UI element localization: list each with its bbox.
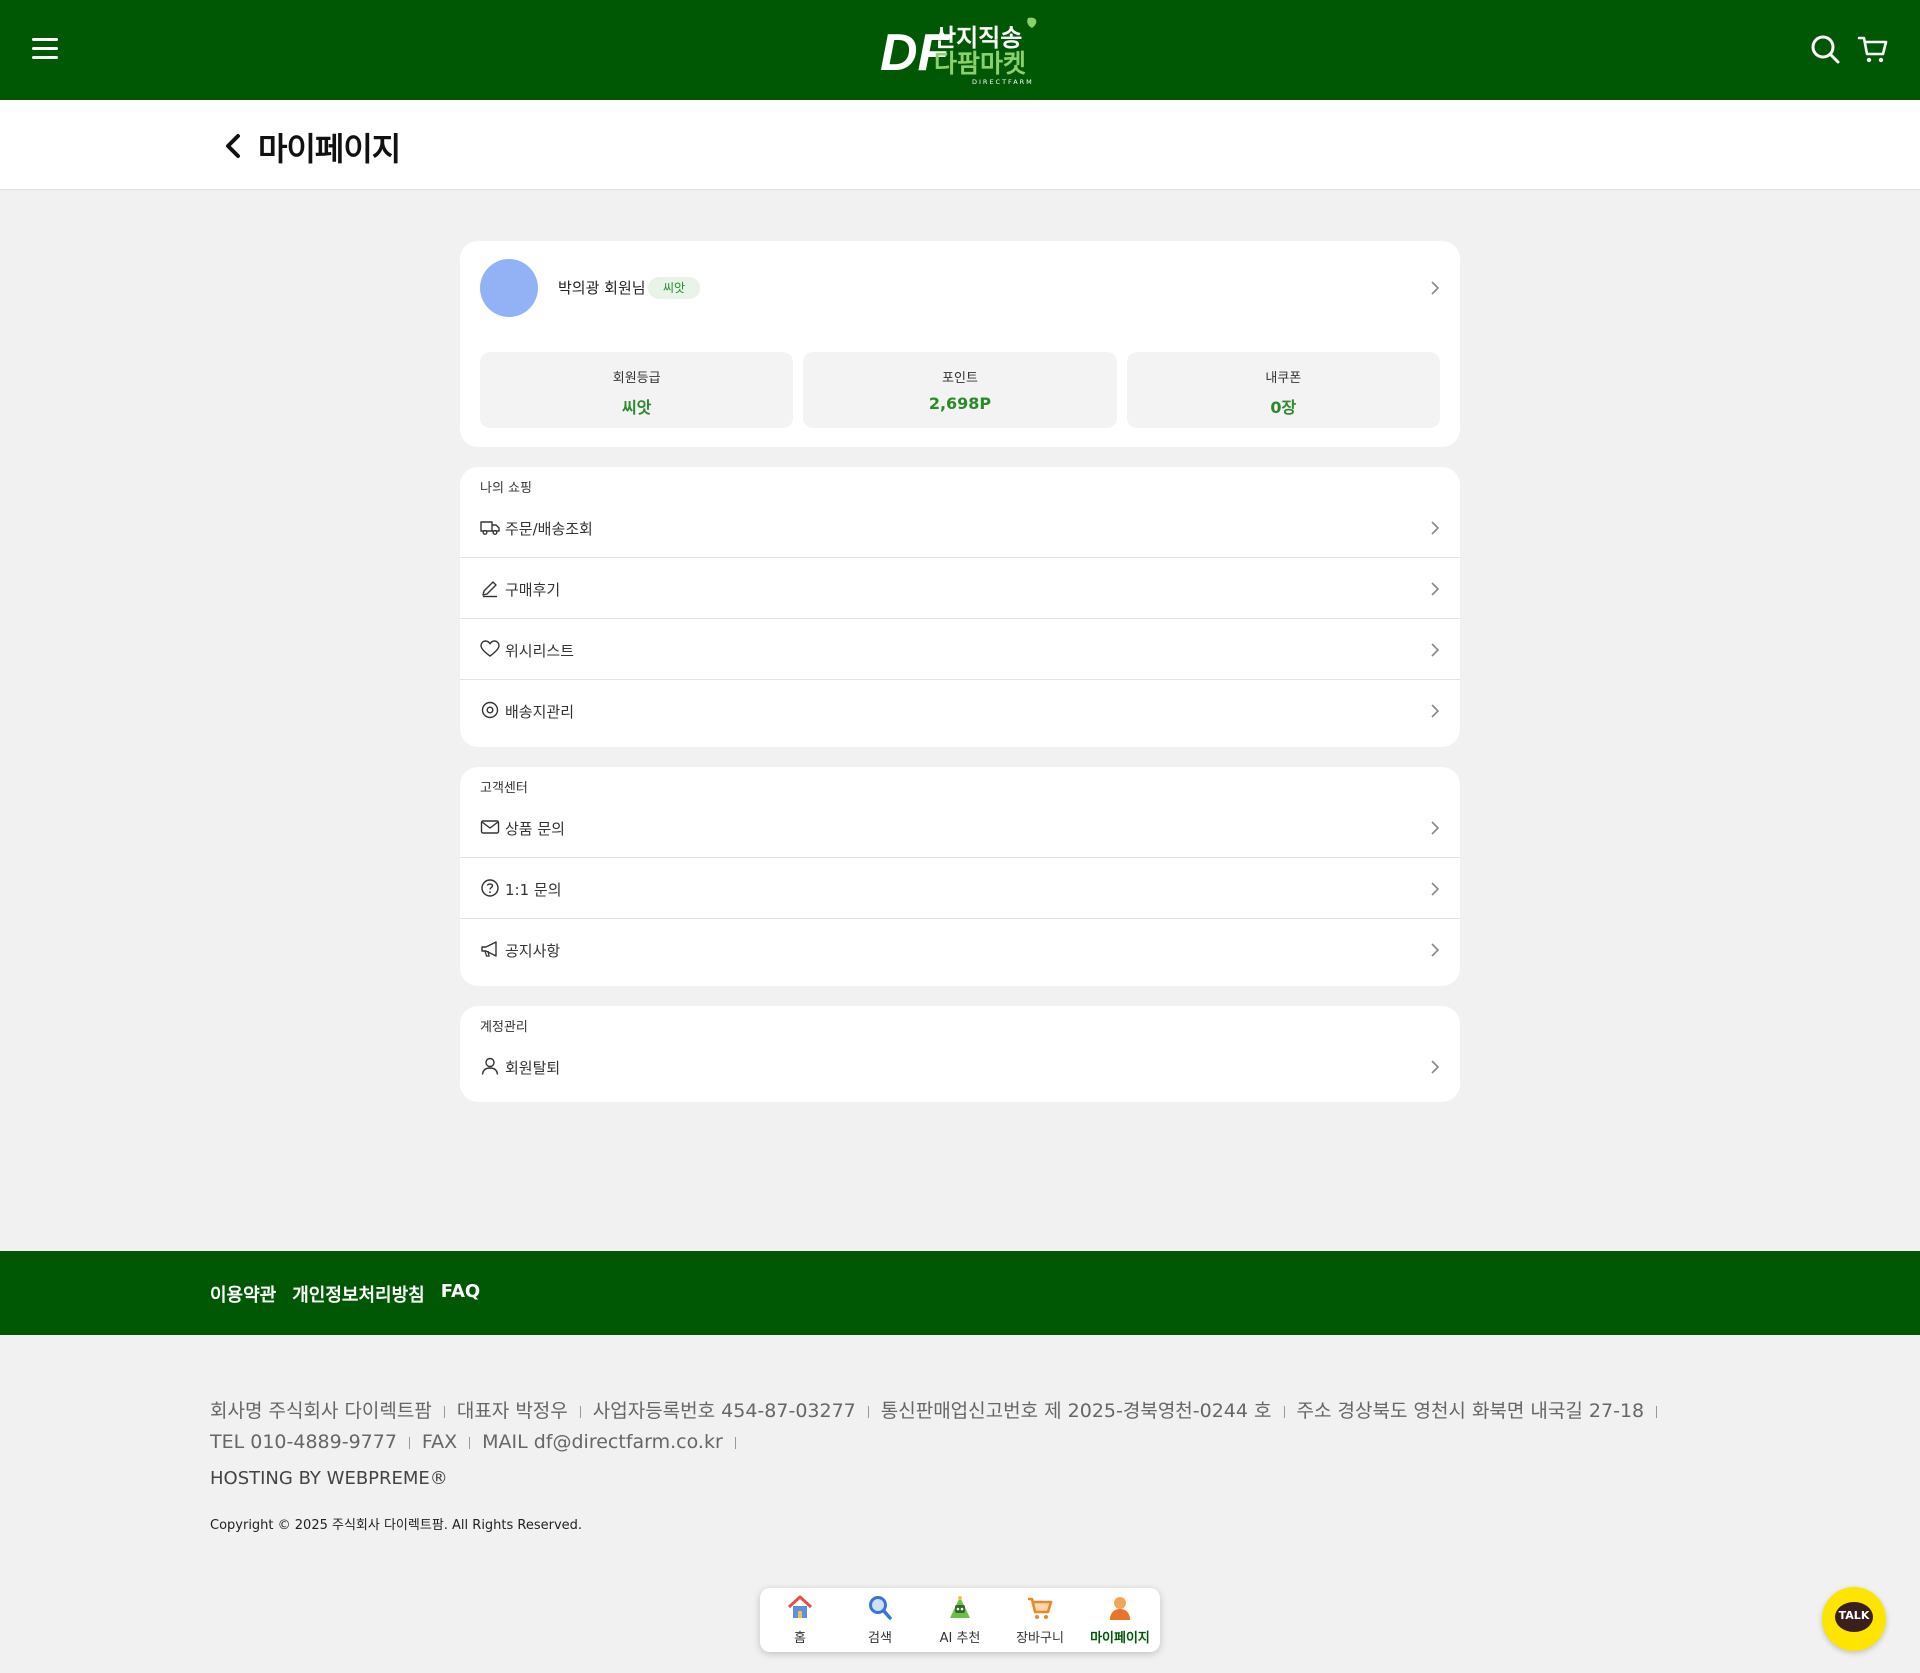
- chevron-right-icon: [1431, 582, 1440, 596]
- back-icon[interactable]: [220, 130, 246, 162]
- brand-logo[interactable]: DF 산지직송 다팜마켓 DIRECTFARM: [878, 12, 1042, 88]
- cart-icon: [1028, 1597, 1053, 1619]
- section-title: 계정관리: [480, 1020, 528, 1035]
- menu-item-wishlist[interactable]: 위시리스트: [460, 619, 1460, 680]
- menu-item-orders[interactable]: 주문/배송조회: [460, 497, 1460, 558]
- bottom-nav-label: 홈: [794, 1631, 806, 1646]
- profile-card: 박의광 회원님 씨앗 회원등급 씨앗 포인트 2,698P 내쿠폰 0장: [460, 241, 1460, 447]
- bottom-nav-cart[interactable]: 장바구니: [1000, 1588, 1080, 1652]
- chevron-right-icon: [1431, 943, 1440, 957]
- bottom-nav-home[interactable]: 홈: [760, 1588, 840, 1652]
- stat-value: 씨앗: [621, 398, 652, 417]
- stat-grade[interactable]: 회원등급 씨앗: [480, 352, 794, 428]
- chevron-right-icon: [1431, 643, 1440, 657]
- company-address: 주소 경상북도 영천시 화북면 내국길 27-18: [1296, 1400, 1645, 1422]
- company-ceo: 대표자 박정우: [456, 1400, 568, 1422]
- cart-icon[interactable]: [1856, 32, 1890, 66]
- company-biz-no: 사업자등록번호 454-87-03277: [592, 1400, 856, 1422]
- kakao-talk-button[interactable]: TALK: [1822, 1587, 1886, 1651]
- user-icon: [481, 1057, 499, 1075]
- menu-item-withdraw[interactable]: 회원탈퇴: [460, 1036, 1460, 1097]
- stats-row: 회원등급 씨앗 포인트 2,698P 내쿠폰 0장: [480, 352, 1440, 428]
- pencil-icon: [482, 581, 497, 598]
- bottom-nav: 홈 검색 AI 추천 장바구니 마이페이지: [760, 1588, 1160, 1652]
- top-bar: DF 산지직송 다팜마켓 DIRECTFARM: [0, 0, 1920, 100]
- copyright: Copyright © 2025 주식회사 다이렉트팜. All Rights …: [210, 1518, 583, 1533]
- company-tel: TEL 010-4889-9777: [210, 1431, 397, 1453]
- bottom-nav-label: 마이페이지: [1090, 1631, 1150, 1646]
- bottom-nav-label: 검색: [868, 1631, 892, 1646]
- stat-label: 회원등급: [612, 371, 661, 386]
- grade-badge: 씨앗: [648, 277, 701, 299]
- search-icon: [869, 1596, 892, 1620]
- question-icon: [481, 879, 499, 897]
- page-header: 마이페이지: [0, 100, 1920, 190]
- menu-item-label: 1:1 문의: [505, 881, 562, 899]
- logo-line1: 산지직송: [934, 24, 1022, 52]
- talk-label: TALK: [1838, 1609, 1870, 1622]
- chevron-right-icon: [1431, 1060, 1440, 1074]
- stat-points[interactable]: 포인트 2,698P: [803, 352, 1117, 428]
- menu-item-label: 회원탈퇴: [505, 1059, 561, 1077]
- logo-sub: DIRECTFARM: [972, 78, 1034, 86]
- home-icon: [787, 1595, 813, 1618]
- chevron-right-icon: [1431, 821, 1440, 835]
- customer-center-section: 고객센터 상품 문의 1:1 문의 공지사항: [460, 767, 1460, 986]
- page-title: 마이페이지: [258, 130, 401, 168]
- stat-coupons[interactable]: 내쿠폰 0장: [1126, 352, 1440, 428]
- stat-label: 포인트: [942, 371, 978, 386]
- menu-item-label: 주문/배송조회: [505, 520, 593, 538]
- menu-item-one-to-one[interactable]: 1:1 문의: [460, 858, 1460, 919]
- menu-item-label: 공지사항: [505, 942, 561, 960]
- profile-name[interactable]: 박의광 회원님: [558, 277, 646, 298]
- megaphone-icon: [481, 941, 497, 957]
- footer-links-bar: 이용약관 개인정보처리방침 FAQ: [0, 1251, 1920, 1335]
- section-title: 나의 쇼핑: [480, 481, 532, 496]
- company-fax: FAX: [421, 1431, 458, 1453]
- chevron-right-icon[interactable]: [1430, 281, 1440, 295]
- section-title: 고객센터: [480, 781, 528, 796]
- truck-icon: [480, 521, 500, 535]
- hosting-credit: HOSTING BY WEBPREME®: [210, 1468, 448, 1489]
- bottom-nav-label: AI 추천: [939, 1631, 981, 1646]
- stat-value: 2,698P: [928, 394, 992, 413]
- company-mail: MAIL df@directfarm.co.kr: [482, 1431, 723, 1453]
- menu-icon[interactable]: [32, 38, 58, 60]
- menu-item-product-inquiry[interactable]: 상품 문의: [460, 797, 1460, 858]
- menu-item-label: 배송지관리: [505, 703, 575, 721]
- bottom-nav-mypage[interactable]: 마이페이지: [1080, 1588, 1160, 1652]
- bottom-nav-label: 장바구니: [1016, 1631, 1064, 1646]
- stat-label: 내쿠폰: [1265, 371, 1302, 386]
- menu-item-addresses[interactable]: 배송지관리: [460, 680, 1460, 741]
- account-section: 계정관리 회원탈퇴: [460, 1006, 1460, 1102]
- bottom-nav-ai[interactable]: AI 추천: [920, 1588, 1000, 1652]
- logo-line2: 다팜마켓: [934, 49, 1026, 78]
- footer-link-terms[interactable]: 이용약관: [210, 1281, 276, 1307]
- heart-icon: [480, 640, 500, 657]
- company-name: 회사명 주식회사 다이렉트팜: [210, 1400, 432, 1422]
- my-shopping-section: 나의 쇼핑 주문/배송조회 구매후기 위시리스트 배송지관리: [460, 467, 1460, 747]
- ai-robot-icon: [950, 1596, 970, 1618]
- avatar: [480, 259, 538, 317]
- menu-item-label: 상품 문의: [505, 820, 565, 838]
- mail-icon: [480, 820, 500, 834]
- stat-value: 0장: [1270, 398, 1297, 417]
- footer-link-privacy[interactable]: 개인정보처리방침: [292, 1281, 424, 1307]
- menu-item-label: 위시리스트: [505, 642, 575, 660]
- location-pin-icon: [481, 701, 499, 719]
- search-icon[interactable]: [1808, 32, 1842, 66]
- menu-item-label: 구매후기: [505, 581, 561, 599]
- menu-item-notices[interactable]: 공지사항: [460, 919, 1460, 980]
- menu-item-reviews[interactable]: 구매후기: [460, 558, 1460, 619]
- company-ecommerce-no: 통신판매업신고번호 제 2025-경북영천-0244 호: [880, 1400, 1272, 1422]
- company-info: 회사명 주식회사 다이렉트팜 대표자 박정우 사업자등록번호 454-87-0327…: [210, 1396, 1710, 1458]
- footer-link-faq[interactable]: FAQ: [441, 1281, 480, 1307]
- chevron-right-icon: [1431, 704, 1440, 718]
- bottom-nav-search[interactable]: 검색: [840, 1588, 920, 1652]
- chevron-right-icon: [1431, 521, 1440, 535]
- person-icon: [1110, 1597, 1130, 1620]
- chevron-right-icon: [1431, 882, 1440, 896]
